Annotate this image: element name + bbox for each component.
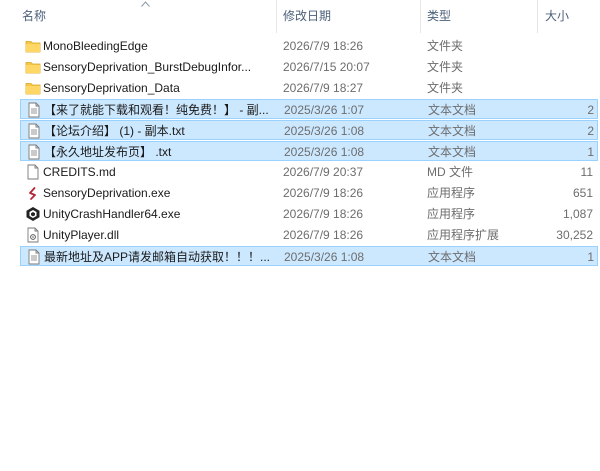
file-date: 2026/7/9 18:26	[283, 186, 364, 200]
column-header-size[interactable]: 大小	[541, 0, 600, 33]
column-header-bar: 名称 修改日期 类型 大小	[0, 0, 600, 33]
dll-icon	[25, 227, 41, 243]
file-date: 2025/3/26 1:08	[284, 124, 365, 138]
file-size	[540, 36, 593, 56]
file-name: SensoryDeprivation_BurstDebugInfor...	[43, 60, 252, 74]
file-icon	[25, 164, 41, 180]
file-date: 2026/7/9 18:26	[283, 228, 364, 242]
file-name: 【来了就能下载和观看！纯免费！】 - 副...	[44, 103, 269, 117]
file-row[interactable]: 【论坛介绍】 (1) - 副本.txt 2025/3/26 1:08 文本文档 2	[20, 120, 598, 140]
column-divider[interactable]	[537, 0, 538, 33]
file-date: 2025/3/26 1:08	[284, 145, 365, 159]
file-size: 2	[587, 124, 594, 138]
file-type: 文件夹	[427, 39, 464, 53]
file-type: 文本文档	[428, 103, 477, 117]
file-type: 文件夹	[427, 81, 464, 95]
file-type: 应用程序	[427, 207, 476, 221]
file-name: SensoryDeprivation_Data	[43, 81, 180, 95]
file-type: 文件夹	[427, 60, 464, 74]
file-date: 2026/7/9 18:27	[283, 81, 364, 95]
column-divider[interactable]	[420, 0, 421, 33]
file-row[interactable]: 【永久地址发布页】 .txt 2025/3/26 1:08 文本文档 1	[20, 141, 598, 161]
file-type: MD 文件	[427, 165, 473, 179]
file-size: 1,087	[562, 207, 593, 221]
file-size: 2	[587, 103, 594, 117]
file-row[interactable]: SensoryDeprivation_BurstDebugInfor... 202…	[20, 57, 598, 77]
file-name: 【永久地址发布页】 .txt	[44, 145, 172, 159]
file-name: CREDITS.md	[43, 165, 116, 179]
file-size: 1	[587, 145, 594, 159]
file-row[interactable]: MonoBleedingEdge 2026/7/9 18:26 文件夹	[20, 36, 598, 56]
file-row[interactable]: 【来了就能下载和观看！纯免费！】 - 副... 2025/3/26 1:07 文本文…	[20, 99, 598, 119]
file-size: 11	[580, 165, 593, 179]
file-size: 1	[587, 250, 594, 264]
file-type: 应用程序	[427, 186, 476, 200]
file-size: 30,252	[556, 228, 593, 242]
file-name: MonoBleedingEdge	[43, 39, 148, 53]
file-row[interactable]: SensoryDeprivation_Data 2026/7/9 18:27 文件夹	[20, 78, 598, 98]
file-size: 651	[572, 186, 593, 200]
file-date: 2026/7/9 20:37	[283, 165, 364, 179]
file-date: 2025/3/26 1:08	[284, 250, 365, 264]
file-type: 文本文档	[428, 124, 477, 138]
file-name: UnityCrashHandler64.exe	[43, 207, 181, 221]
text-file-icon	[26, 102, 42, 118]
column-header-date-label: 修改日期	[283, 9, 332, 23]
column-header-date[interactable]: 修改日期	[279, 0, 420, 33]
file-type: 文本文档	[428, 250, 477, 264]
file-date: 2026/7/9 18:26	[283, 207, 364, 221]
file-size	[540, 57, 593, 77]
file-row[interactable]: CREDITS.md 2026/7/9 20:37 MD 文件 11	[20, 162, 598, 182]
folder-icon	[25, 38, 41, 54]
file-type: 文本文档	[428, 145, 477, 159]
file-row[interactable]: UnityPlayer.dll 2026/7/9 18:26 应用程序扩展 30,25…	[20, 225, 598, 245]
file-date: 2026/7/9 18:26	[283, 39, 364, 53]
file-row[interactable]: 最新地址及APP请发邮箱自动获取！！！... 2025/3/26 1:08 文本文档…	[20, 246, 598, 266]
file-name: SensoryDeprivation.exe	[43, 186, 171, 200]
column-header-name-label: 名称	[22, 9, 47, 23]
sort-ascending-icon	[141, 1, 150, 7]
file-row[interactable]: SensoryDeprivation.exe 2026/7/9 18:26 应用程序…	[20, 183, 598, 203]
text-file-icon	[26, 123, 42, 139]
file-name: UnityPlayer.dll	[43, 228, 120, 242]
folder-icon	[25, 80, 41, 96]
column-header-type[interactable]: 类型	[423, 0, 537, 33]
app-icon	[25, 185, 41, 201]
file-row[interactable]: UnityCrashHandler64.exe 2026/7/9 18:26 应用程…	[20, 204, 598, 224]
folder-icon	[25, 59, 41, 75]
file-type: 应用程序扩展	[427, 228, 500, 242]
file-name: 最新地址及APP请发邮箱自动获取！！！...	[44, 250, 271, 264]
file-date: 2026/7/15 20:07	[283, 60, 370, 74]
unity-icon	[25, 206, 41, 222]
column-header-size-label: 大小	[545, 9, 570, 23]
text-file-icon	[26, 144, 42, 160]
file-size	[540, 78, 593, 98]
column-divider[interactable]	[276, 0, 277, 33]
column-header-type-label: 类型	[427, 9, 452, 23]
file-date: 2025/3/26 1:07	[284, 103, 365, 117]
file-name: 【论坛介绍】 (1) - 副本.txt	[44, 124, 185, 138]
text-file-icon	[26, 249, 42, 265]
